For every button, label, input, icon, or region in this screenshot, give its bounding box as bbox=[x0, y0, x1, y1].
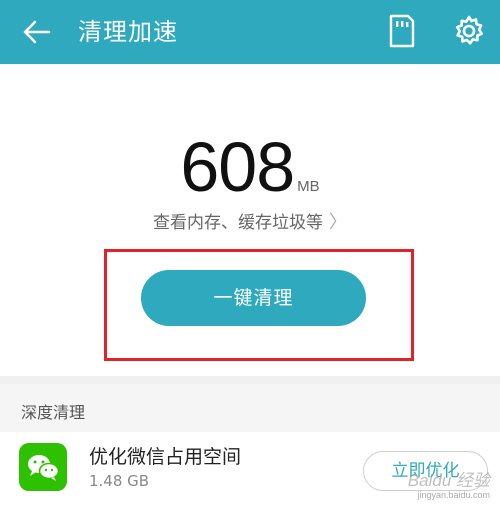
chevron-right-icon: 〉 bbox=[329, 212, 347, 233]
item-title: 优化微信占用空间 bbox=[89, 446, 242, 468]
memory-size-unit: MB bbox=[297, 178, 320, 195]
view-details-link[interactable]: 查看内存、缓存垃圾等〉 bbox=[0, 208, 500, 234]
memory-size-value: 608 bbox=[180, 128, 295, 206]
one-key-clean-button[interactable]: 一键清理 bbox=[141, 270, 366, 326]
view-details-label: 查看内存、缓存垃圾等 bbox=[153, 213, 323, 233]
section-title: 深度清理 bbox=[21, 403, 86, 422]
wechat-icon bbox=[19, 443, 67, 491]
memory-summary: 608 MB 查看内存、缓存垃圾等〉 一键清理 bbox=[0, 64, 500, 376]
page-title: 清理加速 bbox=[78, 18, 178, 46]
memory-size: 608 MB bbox=[0, 130, 500, 204]
watermark-url: jingyan.baidu.com bbox=[417, 490, 490, 500]
back-arrow-icon[interactable] bbox=[22, 17, 52, 47]
section-header: 深度清理 bbox=[0, 384, 500, 432]
item-size: 1.48 GB bbox=[89, 472, 150, 490]
gear-icon[interactable] bbox=[453, 15, 485, 47]
app-bar: 清理加速 bbox=[0, 0, 500, 64]
sd-card-icon[interactable] bbox=[389, 14, 415, 48]
section-divider bbox=[0, 376, 500, 384]
watermark: Baidu 经验 jingyan.baidu.com bbox=[408, 472, 490, 503]
